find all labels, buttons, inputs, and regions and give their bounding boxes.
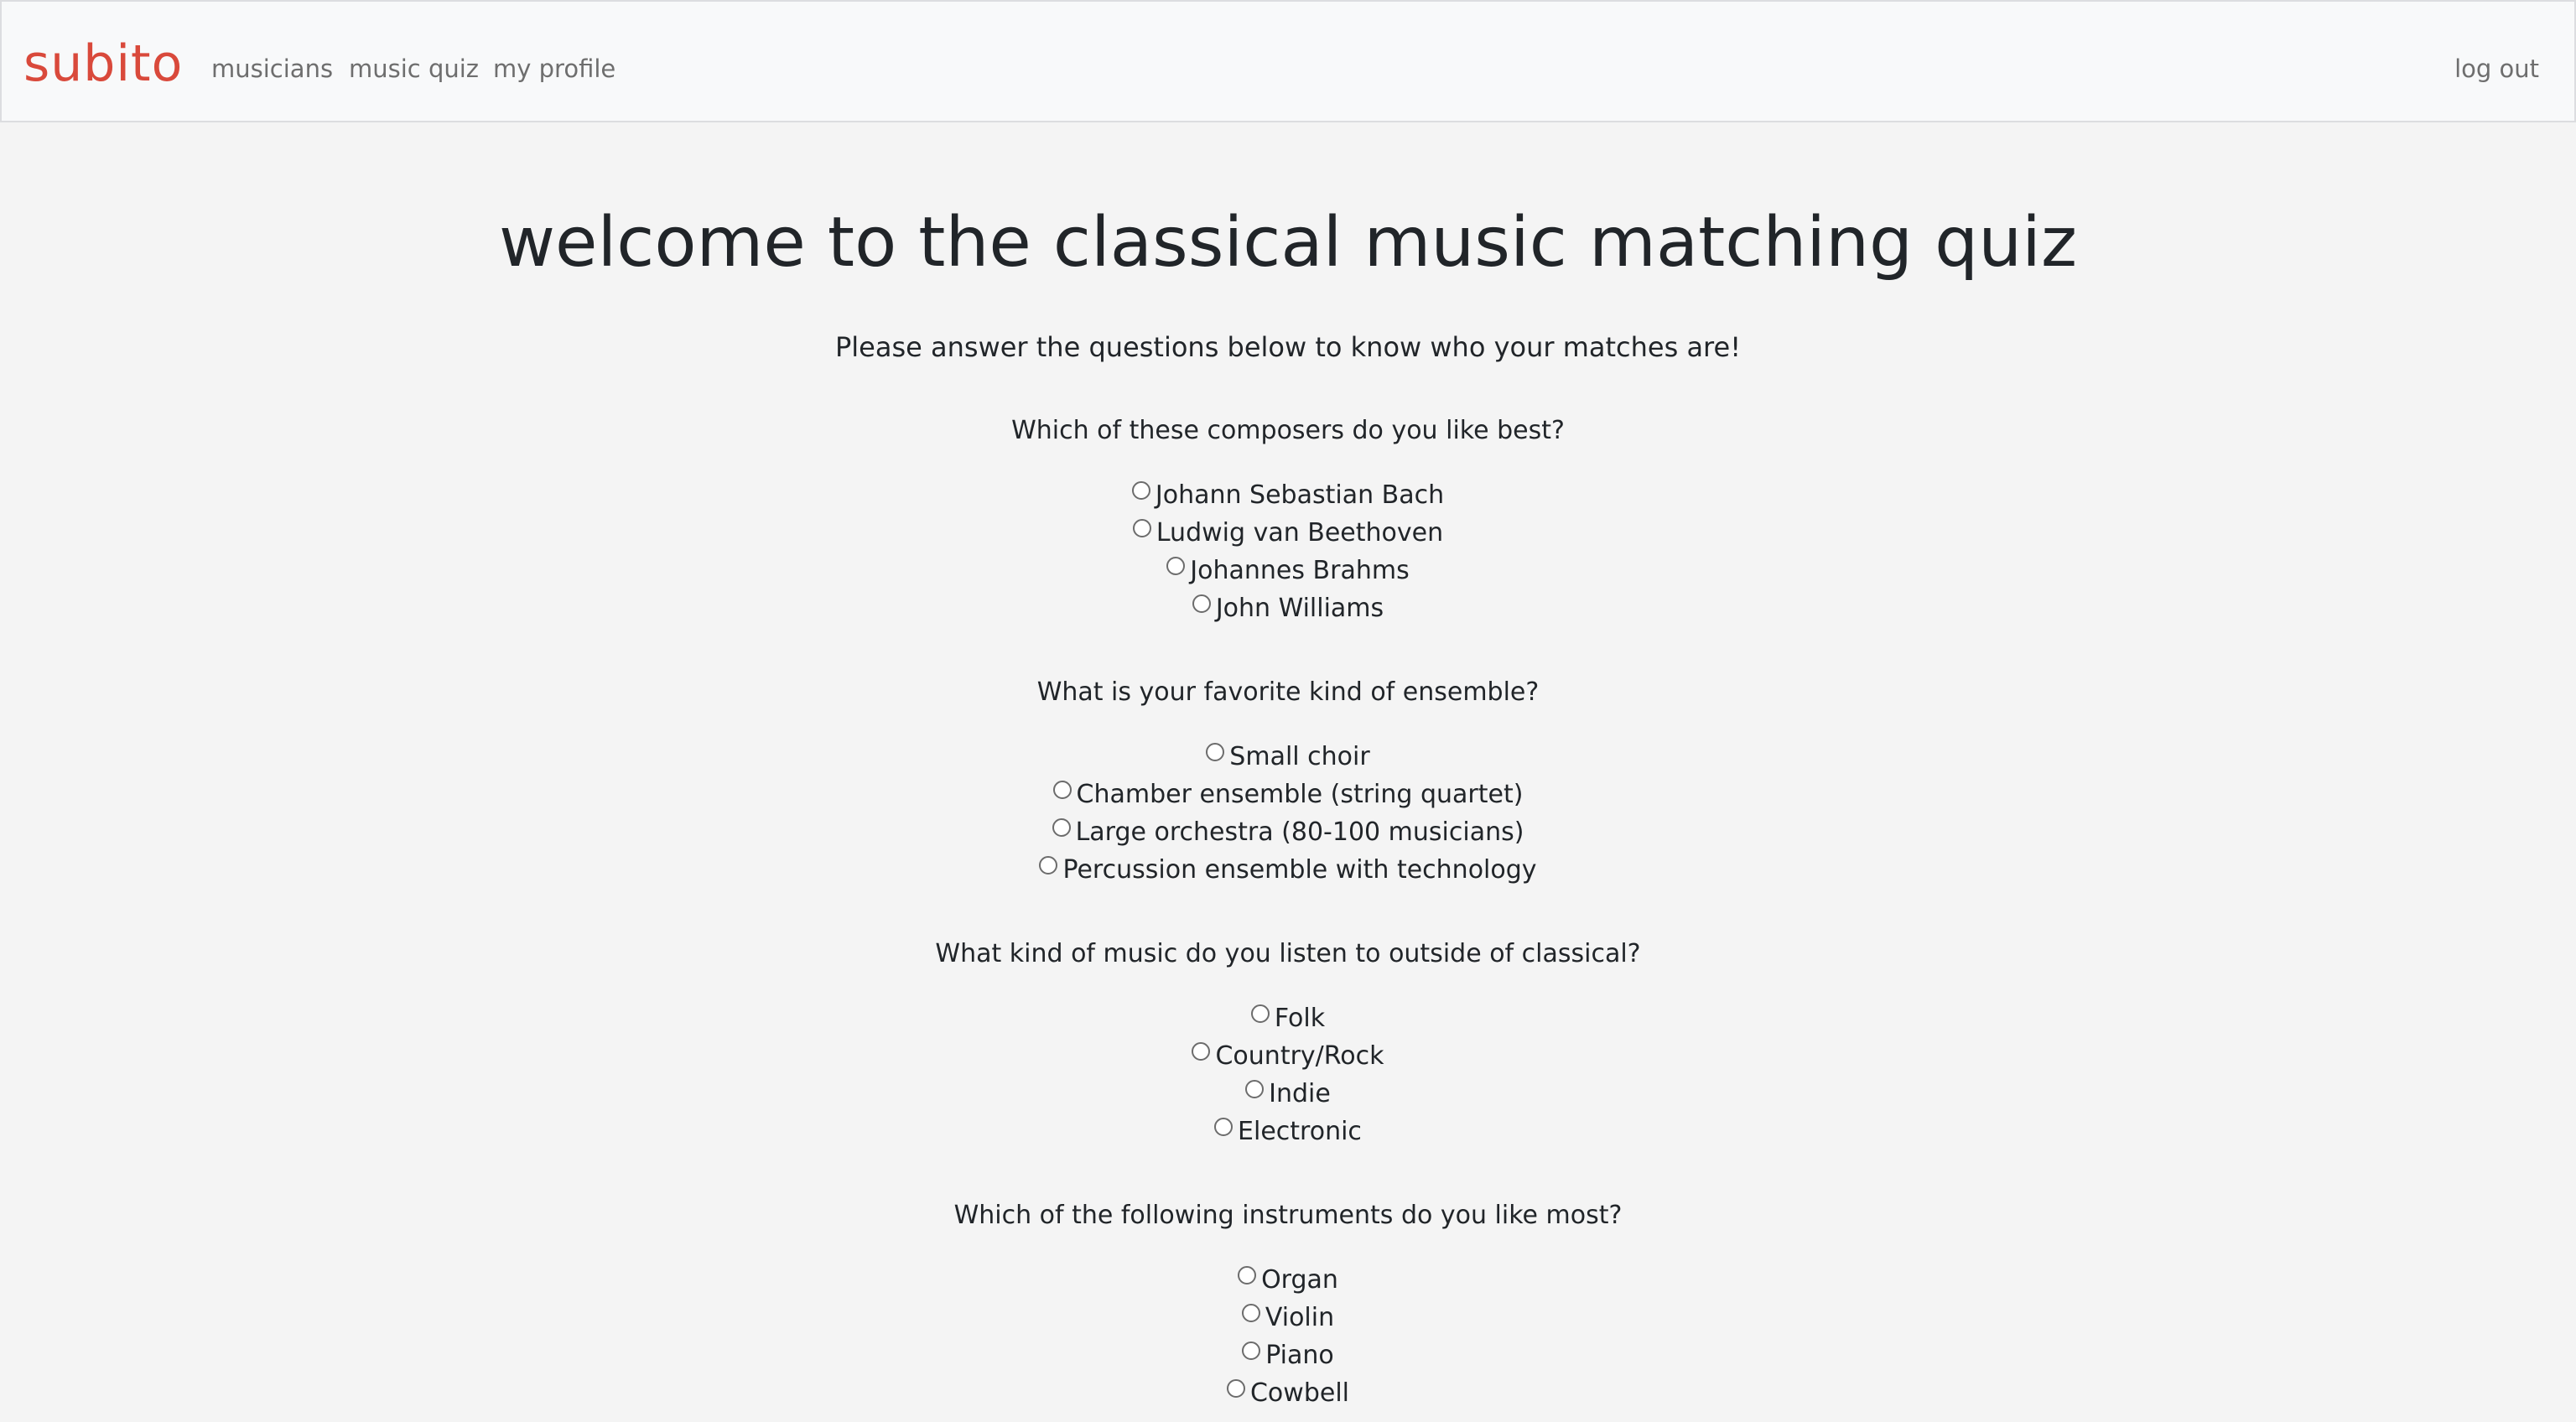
option-violin[interactable]: Violin <box>0 1299 2576 1336</box>
option-label: Organ <box>1261 1265 1338 1295</box>
option-cowbell[interactable]: Cowbell <box>0 1374 2576 1412</box>
radio-button[interactable] <box>1192 1042 1211 1061</box>
radio-button[interactable] <box>1166 557 1186 575</box>
question-text: Which of the following instruments do yo… <box>953 1201 1623 1230</box>
radio-button[interactable] <box>1241 1304 1260 1322</box>
option-percussion-ensemble[interactable]: Percussion ensemble with technology <box>0 851 2576 889</box>
radio-button[interactable] <box>1250 1004 1270 1023</box>
option-list: Organ Violin Piano Cowbell <box>0 1261 2576 1412</box>
option-piano[interactable]: Piano <box>0 1336 2576 1374</box>
radio-button[interactable] <box>1039 856 1058 874</box>
option-country-rock[interactable]: Country/Rock <box>0 1037 2576 1075</box>
question-text: Which of these composers do you like bes… <box>1011 416 1565 445</box>
option-label: Indie <box>1269 1079 1331 1108</box>
option-organ[interactable]: Organ <box>0 1261 2576 1299</box>
radio-button[interactable] <box>1052 818 1071 837</box>
nav-link-music-quiz[interactable]: music quiz <box>349 52 479 86</box>
option-label: John Williams <box>1215 594 1384 623</box>
radio-button[interactable] <box>1206 743 1225 761</box>
option-folk[interactable]: Folk <box>0 999 2576 1037</box>
radio-button[interactable] <box>1238 1266 1257 1284</box>
option-chamber-ensemble[interactable]: Chamber ensemble (string quartet) <box>0 776 2576 813</box>
quiz-intro: Please answer the questions below to kno… <box>834 331 1742 363</box>
option-label: Chamber ensemble (string quartet) <box>1076 780 1524 809</box>
option-label: Violin <box>1265 1303 1335 1332</box>
option-label: Folk <box>1274 1004 1326 1033</box>
option-label: Johannes Brahms <box>1190 556 1410 585</box>
page-title: welcome to the classical music matching … <box>498 203 2078 283</box>
option-small-choir[interactable]: Small choir <box>0 738 2576 776</box>
quiz-content: welcome to the classical music matching … <box>0 122 2576 1412</box>
option-label: Small choir <box>1229 742 1370 771</box>
question-text: What is your favorite kind of ensemble? <box>1036 677 1540 707</box>
option-large-orchestra[interactable]: Large orchestra (80-100 musicians) <box>0 813 2576 851</box>
radio-button[interactable] <box>1214 1118 1233 1136</box>
option-label: Ludwig van Beethoven <box>1156 518 1444 548</box>
option-label: Johann Sebastian Bach <box>1155 480 1445 510</box>
radio-button[interactable] <box>1192 594 1211 613</box>
quiz-form: Which of these composers do you like bes… <box>0 414 2576 1412</box>
option-label: Piano <box>1265 1341 1334 1370</box>
radio-button[interactable] <box>1052 781 1072 799</box>
radio-button[interactable] <box>1131 481 1150 500</box>
question-composer: Which of these composers do you like bes… <box>0 414 2576 627</box>
radio-button[interactable] <box>1245 1080 1265 1098</box>
option-beethoven[interactable]: Ludwig van Beethoven <box>0 514 2576 552</box>
option-list: Folk Country/Rock Indie Electronic <box>0 999 2576 1150</box>
logout-link[interactable]: log out <box>2454 52 2539 86</box>
option-label: Percussion ensemble with technology <box>1062 855 1537 885</box>
question-other-music: What kind of music do you listen to outs… <box>0 937 2576 1150</box>
option-brahms[interactable]: Johannes Brahms <box>0 552 2576 589</box>
brand-logo-link[interactable]: subito <box>23 30 183 97</box>
radio-button[interactable] <box>1242 1342 1261 1360</box>
nav-link-musicians[interactable]: musicians <box>211 52 333 86</box>
radio-button[interactable] <box>1132 519 1151 537</box>
question-ensemble: What is your favorite kind of ensemble? … <box>0 676 2576 889</box>
question-text: What kind of music do you listen to outs… <box>935 939 1641 968</box>
option-label: Cowbell <box>1249 1378 1349 1408</box>
option-list: Small choir Chamber ensemble (string qua… <box>0 738 2576 889</box>
option-electronic[interactable]: Electronic <box>0 1113 2576 1150</box>
option-indie[interactable]: Indie <box>0 1075 2576 1113</box>
option-label: Country/Rock <box>1215 1041 1384 1071</box>
option-list: Johann Sebastian Bach Ludwig van Beethov… <box>0 476 2576 627</box>
nav-link-my-profile[interactable]: my profile <box>493 52 615 86</box>
option-label: Large orchestra (80-100 musicians) <box>1075 817 1524 847</box>
option-label: Electronic <box>1238 1117 1362 1146</box>
top-navbar: subito musicians music quiz my profile l… <box>0 0 2576 122</box>
option-bach[interactable]: Johann Sebastian Bach <box>0 476 2576 514</box>
radio-button[interactable] <box>1226 1379 1245 1398</box>
question-instrument: Which of the following instruments do yo… <box>0 1199 2576 1412</box>
option-williams[interactable]: John Williams <box>0 589 2576 627</box>
